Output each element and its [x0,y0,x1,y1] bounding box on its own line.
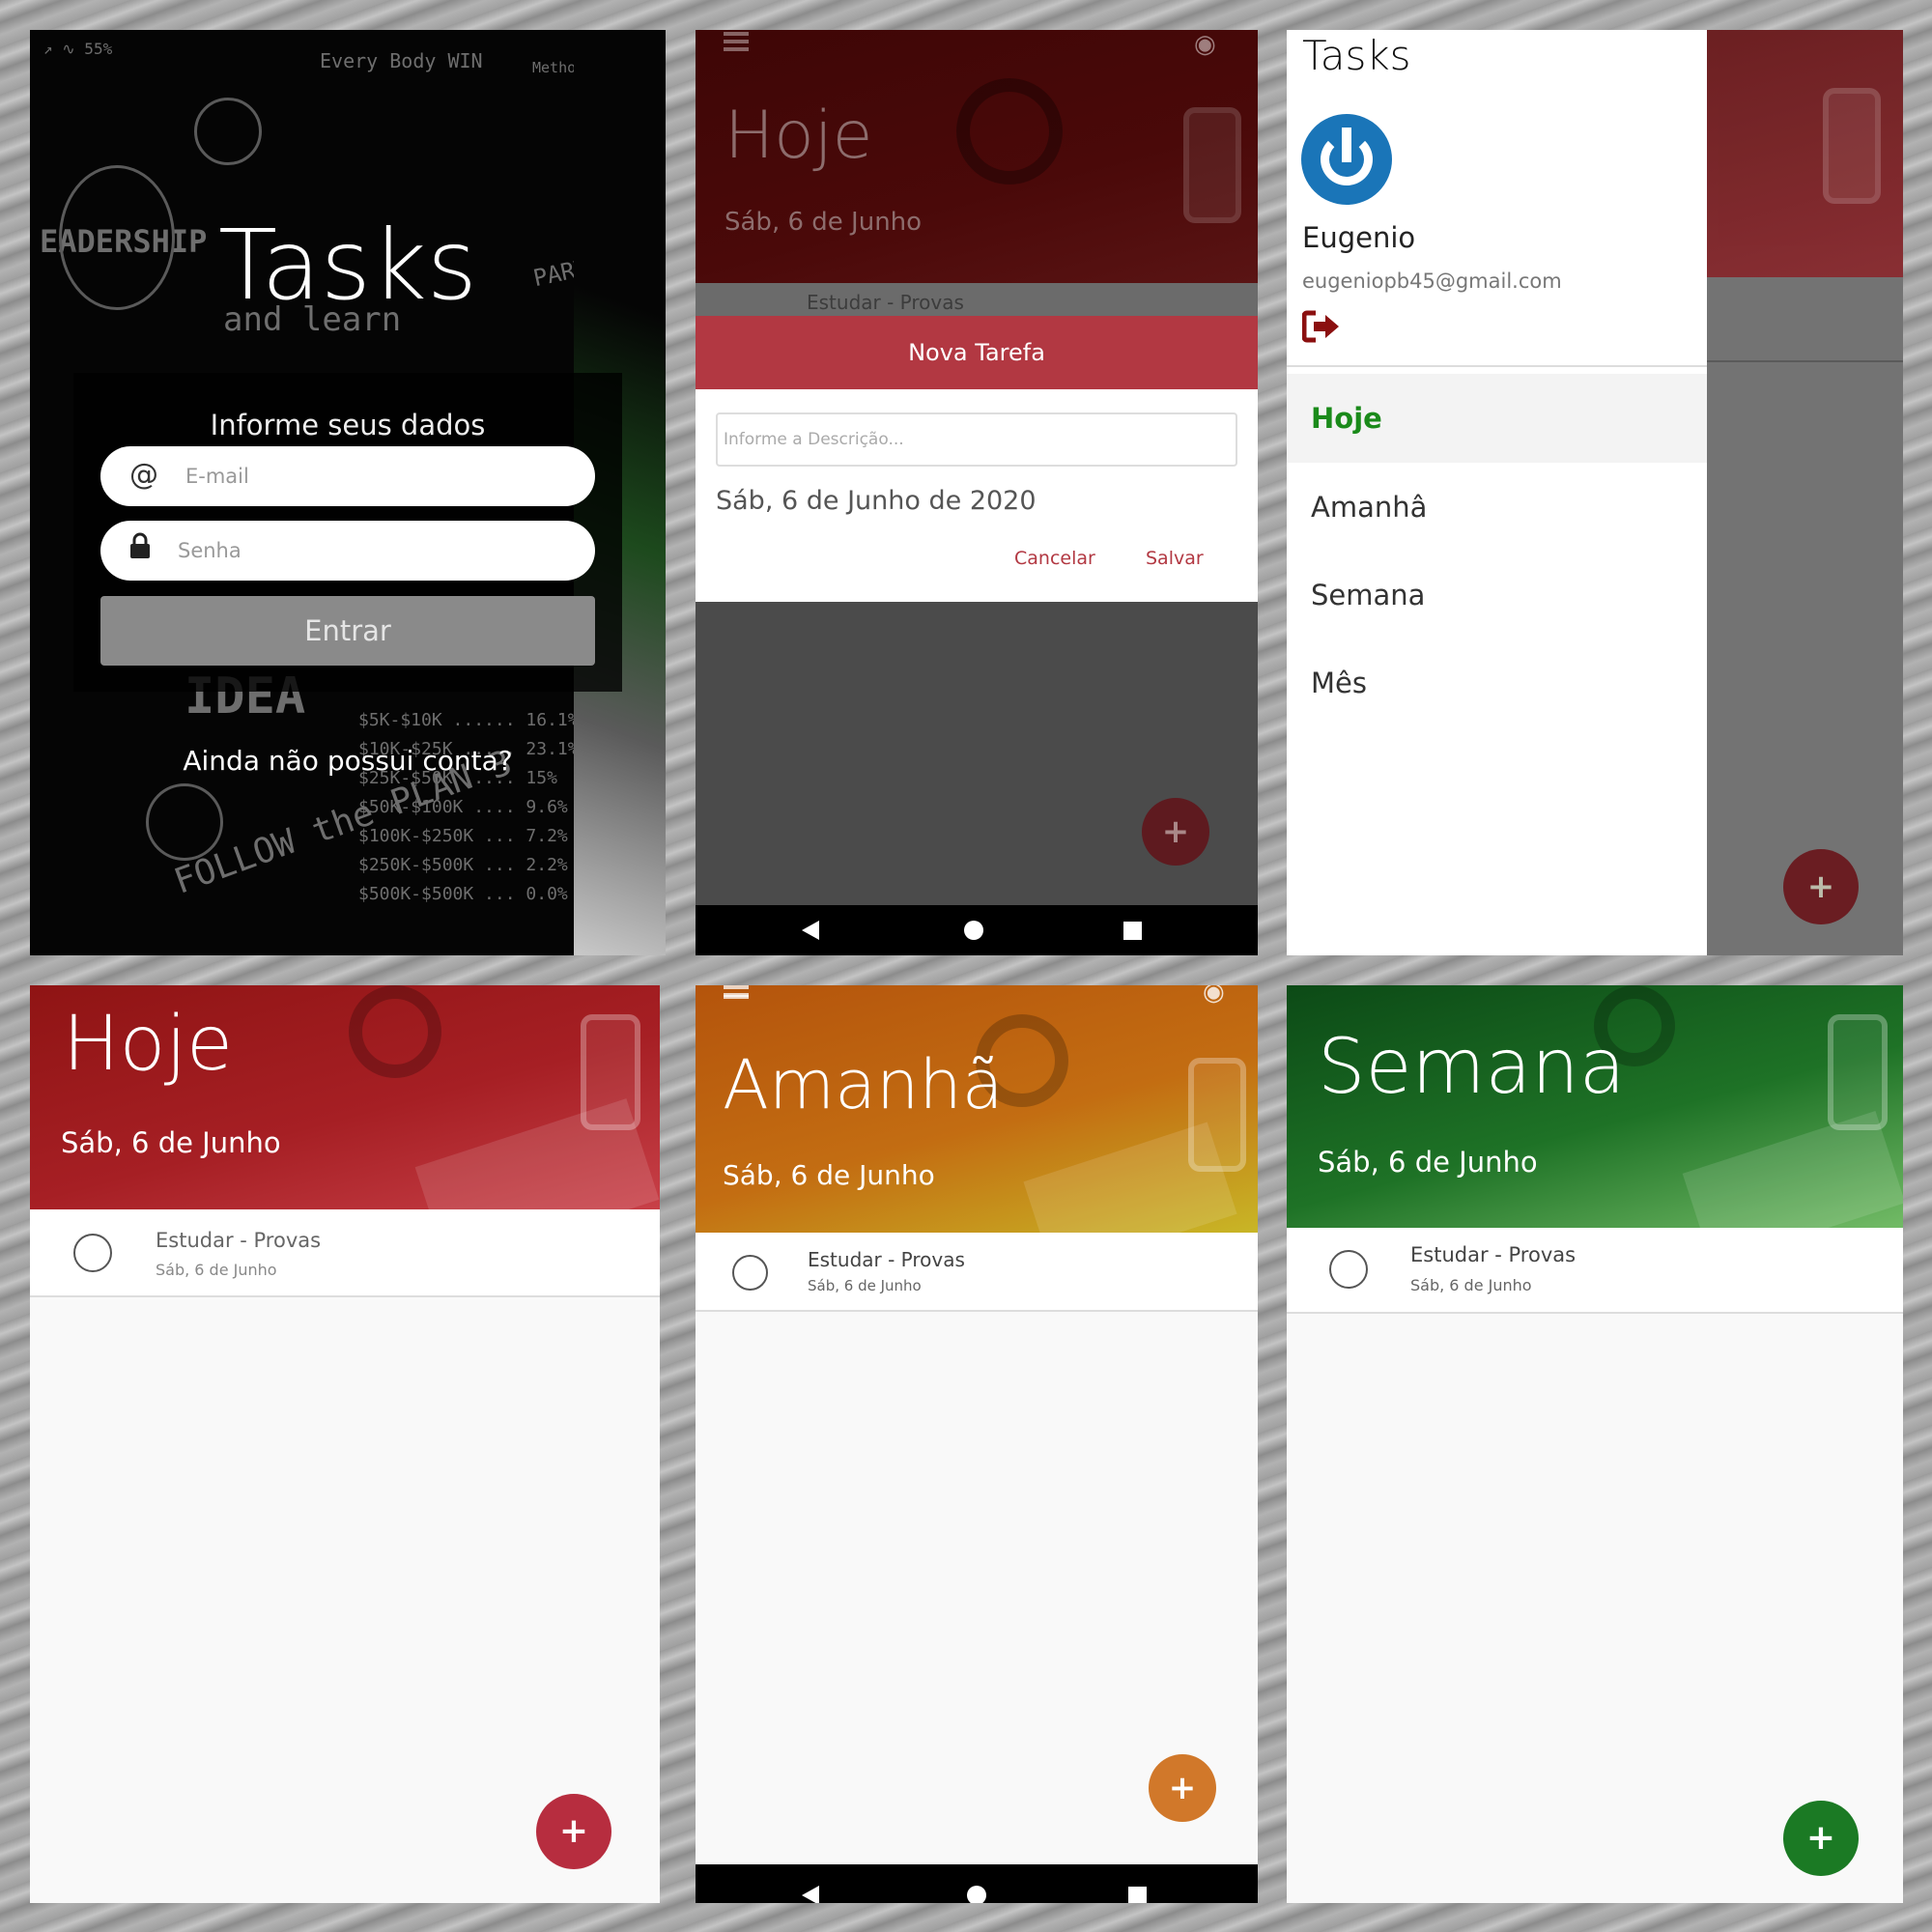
today-header: Hoje Sáb, 6 de Junho [30,985,660,1268]
coffee-cup-icon [956,78,1063,185]
today-screen: Hoje Sáb, 6 de Junho Estudar - Provas Sá… [30,985,660,1903]
signup-link[interactable]: Ainda não possui conta? [30,745,666,777]
header-date: Sáb, 6 de Junho [1318,1146,1538,1179]
task-checkbox[interactable] [1329,1250,1368,1289]
drawer-screen: Tasks Eugenio eugeniopb45@gmail.com Hoje… [1287,30,1903,955]
menu-item-mes[interactable]: Mês [1287,639,1707,727]
coffee-cup-icon [349,985,441,1078]
user-email: eugeniopb45@gmail.com [1302,270,1562,293]
password-input[interactable] [178,521,564,581]
drawer-title: Tasks [1302,32,1411,79]
avatar[interactable] [1301,114,1392,205]
header-title: Hoje [63,1001,234,1088]
week-screen: Semana Sáb, 6 de Junho Estudar - Provas … [1287,985,1903,1903]
back-icon[interactable] [802,921,819,940]
task-date: Sáb, 6 de Junho [1410,1276,1532,1294]
header-title: Amanhã [723,1045,1004,1124]
user-name: Eugenio [1302,221,1416,254]
home-icon[interactable] [967,1886,986,1903]
task-description: Estudar - Provas [807,291,964,314]
power-icon-bar [1342,128,1351,162]
menu-item-hoje[interactable]: Hoje [1287,374,1707,463]
task-checkbox[interactable] [73,1234,112,1272]
task-item[interactable]: Estudar - Provas Sáb, 6 de Junho [696,1233,1258,1312]
add-task-button[interactable]: + [536,1794,611,1869]
task-description: Estudar - Provas [1410,1243,1577,1266]
divider [1707,360,1903,362]
add-task-button[interactable]: + [1783,849,1859,924]
eye-icon[interactable]: ◉ [1194,30,1216,59]
tomorrow-screen: ◉ Amanhã Sáb, 6 de Junho Estudar - Prova… [696,985,1258,1903]
recent-apps-icon[interactable] [1123,922,1142,940]
header-title: Hoje [724,98,873,174]
task-item[interactable]: Estudar - Provas Sáb, 6 de Junho [1287,1228,1903,1314]
back-icon[interactable] [802,1886,819,1903]
task-date: Sáb, 6 de Junho [808,1277,922,1294]
home-icon[interactable] [964,921,983,940]
app-title: Tasks [218,209,477,322]
eye-icon[interactable]: ◉ [1203,985,1225,1007]
description-input[interactable] [716,412,1237,467]
android-nav-bar [696,905,1258,955]
add-task-button[interactable]: + [1142,798,1209,866]
header-date: Sáb, 6 de Junho [61,1126,281,1159]
android-nav-bar [696,1864,1258,1903]
header-dimmed: ◉ Hoje Sáb, 6 de Junho [696,30,1258,283]
at-icon: @ [129,458,158,492]
add-task-button[interactable]: + [1149,1754,1216,1822]
sign-out-icon[interactable] [1301,310,1341,343]
doodle-arrow-icon [146,783,223,861]
menu-icon[interactable] [724,32,749,51]
login-subtitle: Informe seus dados [210,409,486,441]
task-date: Sáb, 6 de Junho [156,1261,277,1279]
save-button[interactable]: Salvar [1146,548,1204,569]
task-item[interactable]: Estudar - Provas Sáb, 6 de Junho [30,1209,660,1297]
menu-item-amanha[interactable]: Amanhâ [1287,463,1707,552]
task-checkbox[interactable] [732,1255,768,1291]
doodle-graph-icon: ↗ ∿ 55% [43,40,113,58]
login-screen: ↗ ∿ 55% Every Body WIN Methods ↑ Integri… [30,30,666,955]
phone-icon [1183,107,1241,223]
recent-apps-icon[interactable] [1128,1887,1147,1903]
login-button[interactable]: Entrar [100,596,595,666]
dialog-title: Nova Tarefa [696,316,1258,389]
phone-icon [1828,1014,1888,1130]
drawer-divider [1287,365,1707,367]
header-date: Sáb, 6 de Junho [724,208,923,237]
header-date: Sáb, 6 de Junho [723,1159,935,1191]
week-header: Semana Sáb, 6 de Junho [1287,985,1903,1265]
password-field[interactable] [100,521,595,581]
menu-icon[interactable] [724,985,749,999]
lock-icon [129,532,151,567]
email-field[interactable]: @ [100,446,595,506]
cancel-button[interactable]: Cancelar [1014,548,1095,569]
doodle-text: Every Body WIN [320,49,483,72]
phone-icon [1823,88,1881,204]
new-task-screen: ◉ Hoje Sáb, 6 de Junho Estudar - Provas … [696,30,1258,955]
new-task-dialog: Nova Tarefa Sáb, 6 de Junho de 2020 Canc… [696,316,1258,602]
task-description: Estudar - Provas [156,1229,322,1252]
doodle-circle-icon [194,98,262,165]
date-picker-label[interactable]: Sáb, 6 de Junho de 2020 [716,486,1037,516]
header-dimmed [1707,30,1903,277]
task-description: Estudar - Provas [808,1248,965,1271]
navigation-drawer: Tasks Eugenio eugeniopb45@gmail.com Hoje… [1287,30,1707,955]
email-input[interactable] [185,446,572,506]
add-task-button[interactable]: + [1783,1801,1859,1876]
menu-item-semana[interactable]: Semana [1287,551,1707,639]
header-title: Semana [1318,1024,1626,1111]
tomorrow-header: ◉ Amanhã Sáb, 6 de Junho [696,985,1258,1274]
